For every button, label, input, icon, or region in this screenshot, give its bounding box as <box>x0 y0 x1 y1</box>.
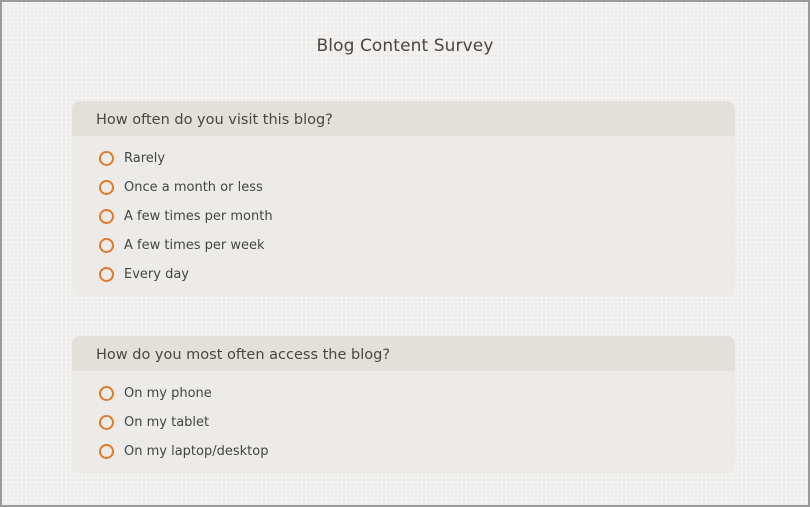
page-title: Blog Content Survey <box>316 36 494 56</box>
radio-group-access-device: On my phone On my tablet On my laptop/de… <box>72 371 735 466</box>
option-label: On my laptop/desktop <box>124 444 269 459</box>
radio-button[interactable] <box>99 209 114 224</box>
option-label: On my phone <box>124 386 212 401</box>
option-rarely[interactable]: Rarely <box>72 144 735 173</box>
option-tablet[interactable]: On my tablet <box>72 408 735 437</box>
question-label: How often do you visit this blog? <box>72 101 735 136</box>
radio-button[interactable] <box>99 238 114 253</box>
option-label: On my tablet <box>124 415 210 430</box>
radio-button[interactable] <box>99 444 114 459</box>
option-label: Once a month or less <box>124 180 263 195</box>
option-laptop-desktop[interactable]: On my laptop/desktop <box>72 437 735 466</box>
option-label: Rarely <box>124 151 166 166</box>
option-label: A few times per month <box>124 209 273 224</box>
radio-button[interactable] <box>99 386 114 401</box>
option-phone[interactable]: On my phone <box>72 379 735 408</box>
radio-button[interactable] <box>99 267 114 282</box>
radio-group-visit-frequency: Rarely Once a month or less A few times … <box>72 136 735 289</box>
option-every-day[interactable]: Every day <box>72 260 735 289</box>
survey-frame: Blog Content Survey How often do you vis… <box>0 0 810 507</box>
question-card-visit-frequency: How often do you visit this blog? Rarely… <box>72 101 735 297</box>
radio-button[interactable] <box>99 415 114 430</box>
option-label: Every day <box>124 267 189 282</box>
question-card-access-device: How do you most often access the blog? O… <box>72 336 735 474</box>
question-label: How do you most often access the blog? <box>72 336 735 371</box>
option-few-times-per-month[interactable]: A few times per month <box>72 202 735 231</box>
option-once-a-month[interactable]: Once a month or less <box>72 173 735 202</box>
radio-button[interactable] <box>99 180 114 195</box>
option-few-times-per-week[interactable]: A few times per week <box>72 231 735 260</box>
option-label: A few times per week <box>124 238 265 253</box>
radio-button[interactable] <box>99 151 114 166</box>
